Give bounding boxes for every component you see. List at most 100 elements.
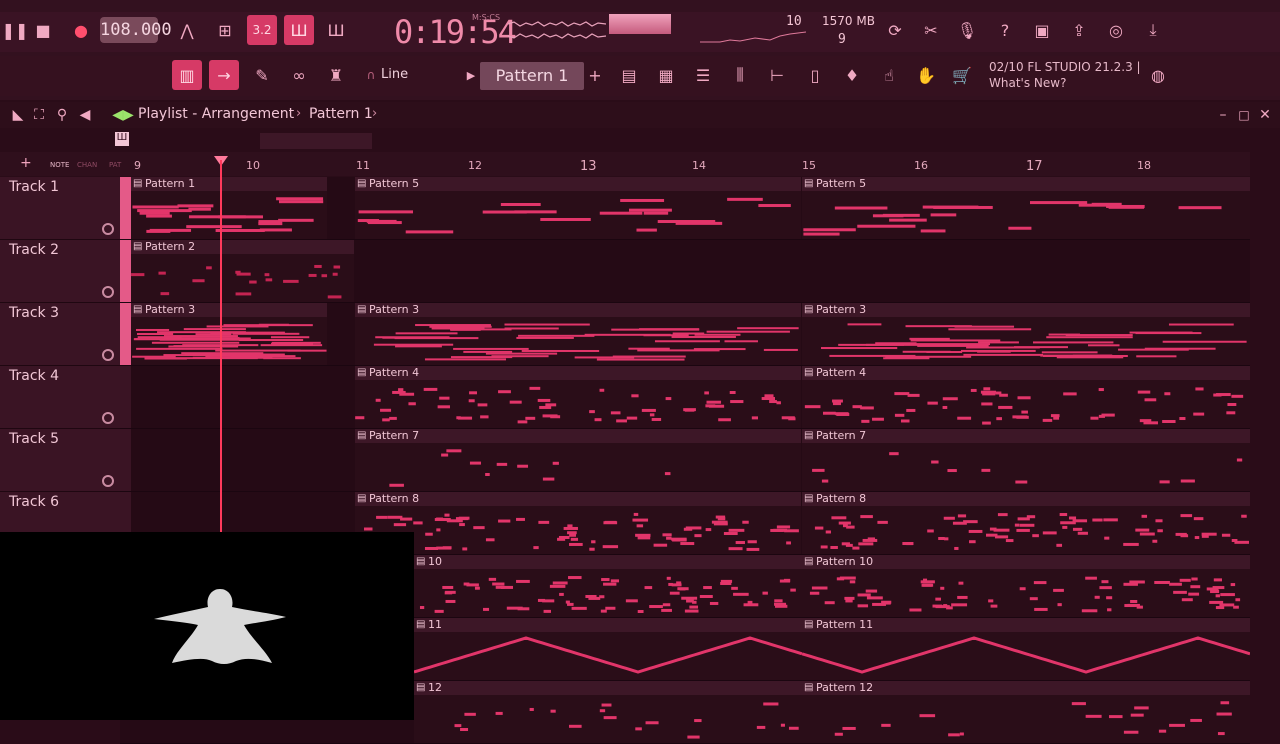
track-header[interactable]: Track 5 [0, 429, 120, 492]
file-icon[interactable]: ▯ [800, 60, 830, 90]
globe-icon[interactable]: ◍ [1143, 60, 1173, 90]
refresh-icon[interactable]: ⟳ [880, 15, 910, 45]
help-icon[interactable]: ? [990, 15, 1020, 45]
track-header[interactable]: Track 4 [0, 366, 120, 429]
clip-label: 12 [414, 681, 802, 695]
piano-icon[interactable]: Ш [115, 132, 129, 146]
pattern-clip[interactable]: Pattern 5 [355, 177, 801, 239]
news-title[interactable]: 02/10 FL STUDIO 21.2.3 | [989, 60, 1141, 74]
piano-roll-window-icon[interactable]: ☰ [688, 60, 718, 90]
download-icon[interactable]: ⤓ [1138, 15, 1168, 45]
pattern-clip[interactable]: Pattern 5 [802, 177, 1250, 239]
pattern-clip[interactable]: Pattern 3 [802, 303, 1250, 365]
pencil-icon[interactable]: ✎ [247, 60, 277, 90]
pattern-clip[interactable]: 12 [414, 681, 802, 743]
stop-icon[interactable]: ■ [28, 15, 58, 45]
add-pattern-button[interactable]: + [580, 60, 610, 90]
pattern-clip[interactable]: Pattern 4 [355, 366, 801, 428]
track-mute-icon[interactable] [102, 286, 114, 298]
pause-icon[interactable]: ❚❚ [0, 15, 30, 45]
audition-icon[interactable]: ◀▶ [108, 100, 138, 130]
overview-scroll-handle[interactable] [260, 133, 372, 149]
cut-icon[interactable]: ✂ [916, 15, 946, 45]
hand-icon[interactable]: ✋ [911, 60, 941, 90]
countdown-icon[interactable]: 3.2 [247, 15, 277, 45]
add-track-icon[interactable]: + [20, 155, 32, 171]
mic-icon[interactable]: 🎙 [952, 15, 982, 45]
track-color-strip[interactable] [120, 240, 131, 302]
blend-icon[interactable]: Ш [321, 15, 351, 45]
track-name: Track 5 [9, 431, 59, 447]
pattern-clip[interactable]: 10 [414, 555, 802, 617]
track-color-strip[interactable] [120, 366, 131, 428]
metronome-icon[interactable]: ⋀ [172, 15, 202, 45]
playlist-icon[interactable]: ▤ [614, 60, 644, 90]
save-icon[interactable]: ▣ [1027, 15, 1057, 45]
ruler-bar-number: 16 [914, 159, 928, 172]
link-icon[interactable]: ∞ [284, 60, 314, 90]
pattern-clip[interactable]: Pattern 8 [802, 492, 1250, 554]
clip-notes [834, 701, 1232, 737]
piano-roll-icon[interactable]: ▥ [172, 60, 202, 90]
pattern-clip[interactable]: Pattern 3 [131, 303, 327, 365]
pattern-clip[interactable]: Pattern 4 [802, 366, 1250, 428]
speaker-icon[interactable]: ◀ [70, 100, 100, 130]
clip-label: Pattern 7 [802, 429, 1250, 443]
chat-icon[interactable]: ◎ [1101, 15, 1131, 45]
pattern-clip[interactable]: Pattern 10 [802, 555, 1250, 617]
pattern-selector[interactable]: Pattern 1 [480, 62, 584, 90]
track-mute-icon[interactable] [102, 223, 114, 235]
track-color-strip[interactable] [120, 303, 131, 365]
stamp-icon[interactable]: ♜ [321, 60, 351, 90]
channel-rack-icon[interactable]: ▦ [651, 60, 681, 90]
track-header[interactable]: Track 3 [0, 303, 120, 366]
pattern-clip[interactable]: Pattern 2 [131, 240, 354, 302]
pattern-clip[interactable]: Pattern 1 [131, 177, 327, 239]
pattern-clip[interactable]: Pattern 7 [802, 429, 1250, 491]
step-icon[interactable]: Ш [284, 15, 314, 45]
track-color-strip[interactable] [120, 429, 131, 491]
vertical-scrollbar[interactable] [1250, 176, 1280, 720]
clip-label: 11 [414, 618, 802, 632]
wait-icon[interactable]: ⊞ [210, 15, 240, 45]
close-icon[interactable]: ✕ [1250, 100, 1280, 130]
clip-label: Pattern 2 [131, 240, 354, 254]
playhead [220, 160, 222, 532]
clip-notes [803, 201, 1222, 236]
render-icon[interactable]: ⇪ [1064, 15, 1094, 45]
pat-tab[interactable]: PAT [109, 161, 121, 169]
cart-icon[interactable]: 🛒 [947, 60, 977, 90]
plugin-icon[interactable]: ♦ [837, 60, 867, 90]
clip-notes [132, 197, 324, 233]
pattern-clip[interactable]: Pattern 3 [355, 303, 801, 365]
chan-tab[interactable]: CHAN [77, 161, 97, 169]
track-mute-icon[interactable] [102, 349, 114, 361]
browser-icon[interactable]: ⊢ [762, 60, 792, 90]
track-header[interactable]: Track 2 [0, 240, 120, 303]
touch-icon[interactable]: ☝ [874, 60, 904, 90]
tempo-display[interactable]: 108.000 [100, 17, 172, 43]
time-format-label: M:S:CS [472, 13, 501, 22]
clip-label: Pattern 1 [131, 177, 327, 191]
clip-label: Pattern 4 [802, 366, 1250, 380]
note-tab[interactable]: NOTE [50, 161, 69, 169]
track-mute-icon[interactable] [102, 412, 114, 424]
pattern-clip[interactable]: Pattern 12 [802, 681, 1250, 743]
track-color-strip[interactable] [120, 177, 131, 239]
news-link[interactable]: What's New? [989, 76, 1066, 90]
ruler-bar-number: 11 [356, 159, 370, 172]
pattern-clip[interactable]: Pattern 8 [355, 492, 801, 554]
pattern-clip[interactable]: Pattern 7 [355, 429, 801, 491]
pattern-clip[interactable]: 11 [414, 618, 802, 680]
track-name: Track 3 [9, 305, 59, 321]
timeline-ruler[interactable] [0, 152, 1250, 176]
track-header[interactable]: Track 1 [0, 177, 120, 240]
track-mute-icon[interactable] [102, 475, 114, 487]
pattern-clip[interactable]: Pattern 11 [802, 618, 1250, 680]
arrow-icon[interactable]: → [209, 60, 239, 90]
record-icon[interactable]: ● [66, 15, 96, 45]
snap-selector[interactable]: Line [381, 64, 449, 86]
breadcrumb[interactable]: Pattern 1 [309, 106, 373, 122]
mixer-icon[interactable]: ⫼ [725, 60, 755, 90]
cpu-readout: 10 [786, 14, 802, 29]
